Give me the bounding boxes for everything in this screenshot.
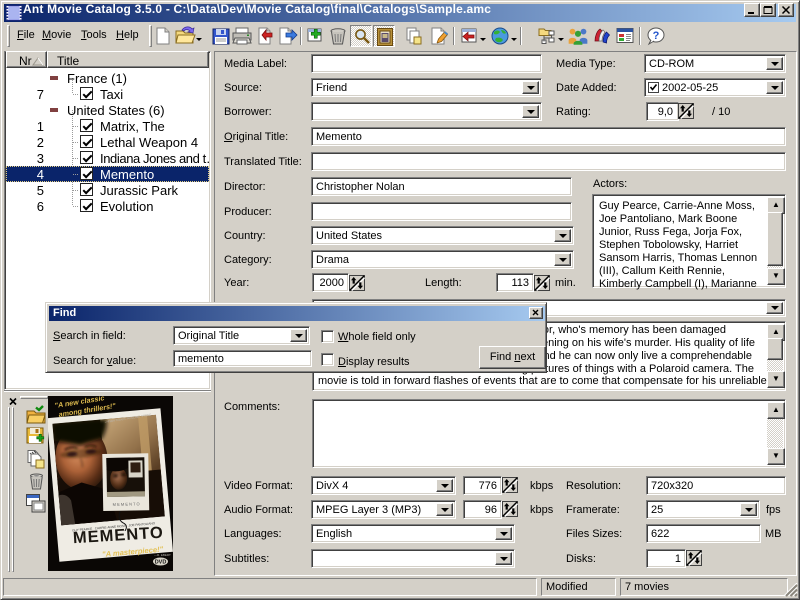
svg-text:DVD: DVD [155, 560, 167, 566]
svg-text:?: ? [653, 30, 660, 42]
svg-text:M E M E N T O: M E M E N T O [113, 501, 140, 506]
svg-text:—R. EBERT: —R. EBERT [154, 553, 171, 557]
